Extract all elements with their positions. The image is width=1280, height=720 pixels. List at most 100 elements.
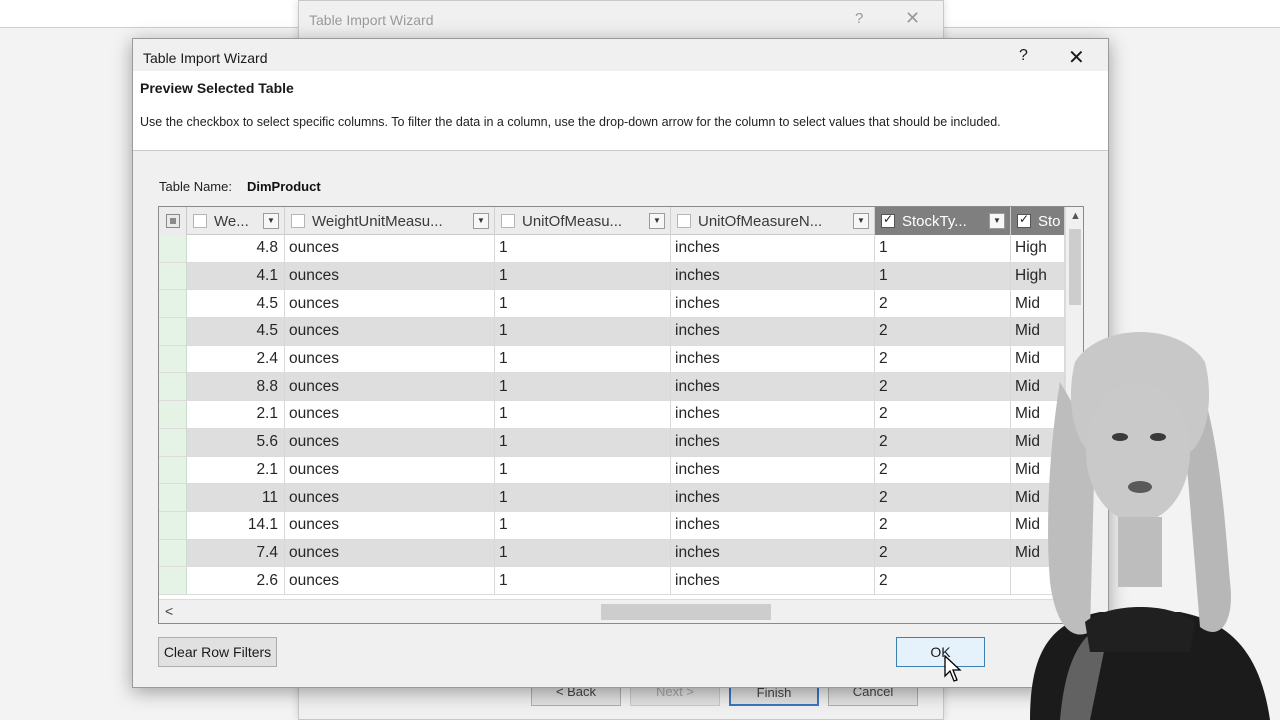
presenter-video-overlay — [1030, 332, 1270, 720]
background-close-icon[interactable]: ✕ — [905, 8, 920, 29]
ok-button[interactable]: OK — [896, 637, 985, 667]
row-header[interactable] — [159, 539, 187, 567]
row-header[interactable] — [159, 345, 187, 373]
table-cell: inches — [671, 539, 875, 567]
table-cell: 2.1 — [187, 401, 285, 428]
row-header[interactable] — [159, 373, 187, 401]
filter-dropdown-icon[interactable]: ▼ — [989, 213, 1005, 229]
table-cell: 1 — [495, 484, 671, 511]
table-cell: inches — [671, 262, 875, 290]
table-cell: 1 — [495, 456, 671, 484]
grid-header: We... ▼ WeightUnitMeasu... ▼ UnitOfMeasu… — [159, 207, 1065, 235]
row-header[interactable] — [159, 318, 187, 345]
column-checkbox[interactable] — [193, 214, 207, 228]
column-checkbox[interactable] — [501, 214, 515, 228]
table-row: 4.5 ounces 1 inches 2 Mid — [159, 318, 1065, 346]
column-header-label: UnitOfMeasu... — [522, 212, 623, 230]
table-cell: 7.4 — [187, 539, 285, 567]
table-cell: 11 — [187, 484, 285, 511]
table-cell: 1 — [495, 511, 671, 539]
preview-table-dialog: Table Import Wizard ? ✕ Preview Selected… — [132, 38, 1109, 688]
table-cell: 1 — [495, 373, 671, 401]
table-cell: 2.4 — [187, 345, 285, 373]
mouse-cursor-icon — [944, 655, 962, 682]
background-help-icon[interactable]: ? — [855, 10, 863, 27]
scroll-left-icon[interactable]: < — [165, 603, 173, 619]
column-checkbox[interactable] — [291, 214, 305, 228]
table-row: 2.1 ounces 1 inches 2 Mid — [159, 456, 1065, 485]
table-cell: 1 — [495, 262, 671, 290]
table-row: 4.1 ounces 1 inches 1 High — [159, 262, 1065, 291]
table-cell: 1 — [875, 262, 1011, 290]
table-cell: 4.5 — [187, 318, 285, 345]
table-row: 4.8 ounces 1 inches 1 High — [159, 235, 1065, 263]
column-header[interactable]: We... ▼ — [187, 207, 285, 235]
table-cell: ounces — [285, 373, 495, 401]
column-header[interactable]: WeightUnitMeasu... ▼ — [285, 207, 495, 235]
close-icon[interactable]: ✕ — [1068, 45, 1085, 70]
column-header[interactable]: UnitOfMeasureN... ▼ — [671, 207, 875, 235]
column-checkbox[interactable] — [677, 214, 691, 228]
column-checkbox-checked[interactable] — [881, 212, 895, 228]
table-cell: 1 — [495, 428, 671, 456]
filter-dropdown-icon[interactable]: ▼ — [263, 213, 279, 229]
vertical-scroll-thumb[interactable] — [1069, 229, 1081, 305]
row-header[interactable] — [159, 511, 187, 539]
table-cell: 1 — [495, 318, 671, 345]
screen: Table Import Wizard ? ✕ < Back Next > Fi… — [0, 0, 1280, 720]
table-cell: 4.5 — [187, 290, 285, 318]
table-cell: inches — [671, 484, 875, 511]
row-header[interactable] — [159, 262, 187, 290]
select-all-checkbox[interactable] — [159, 207, 187, 235]
row-header[interactable] — [159, 401, 187, 428]
horizontal-scroll-thumb[interactable] — [601, 604, 771, 620]
table-cell: 4.1 — [187, 262, 285, 290]
clear-row-filters-button[interactable]: Clear Row Filters — [158, 637, 277, 667]
column-header[interactable]: UnitOfMeasu... ▼ — [495, 207, 671, 235]
table-cell: 2.1 — [187, 456, 285, 484]
scroll-up-icon[interactable]: ▲ — [1070, 210, 1081, 222]
column-header[interactable]: Sto — [1011, 207, 1065, 235]
table-row: 14.1 ounces 1 inches 2 Mid — [159, 511, 1065, 540]
help-icon[interactable]: ? — [1019, 47, 1028, 65]
table-cell: inches — [671, 401, 875, 428]
row-header[interactable] — [159, 290, 187, 318]
instructions-text: Use the checkbox to select specific colu… — [140, 115, 1001, 129]
table-row: 7.4 ounces 1 inches 2 Mid — [159, 539, 1065, 568]
table-cell: High — [1011, 235, 1065, 262]
table-cell: 2.6 — [187, 567, 285, 594]
table-row: 8.8 ounces 1 inches 2 Mid — [159, 373, 1065, 402]
column-header-label: UnitOfMeasureN... — [698, 212, 823, 230]
table-cell: ounces — [285, 539, 495, 567]
table-cell: 2 — [875, 290, 1011, 318]
filter-dropdown-icon[interactable]: ▼ — [649, 213, 665, 229]
table-cell: inches — [671, 290, 875, 318]
row-header[interactable] — [159, 235, 187, 262]
table-cell: inches — [671, 318, 875, 345]
column-header-label: WeightUnitMeasu... — [312, 212, 443, 230]
background-wizard-title: Table Import Wizard — [309, 12, 434, 28]
table-cell: ounces — [285, 345, 495, 373]
column-checkbox-checked[interactable] — [1017, 212, 1031, 228]
table-cell: ounces — [285, 235, 495, 262]
dialog-header-band: Preview Selected Table Use the checkbox … — [133, 71, 1108, 151]
table-cell: 14.1 — [187, 511, 285, 539]
filter-dropdown-icon[interactable]: ▼ — [473, 213, 489, 229]
column-header[interactable]: StockTy... ▼ — [875, 207, 1011, 235]
column-header-label: Sto — [1038, 212, 1061, 230]
table-cell: ounces — [285, 456, 495, 484]
horizontal-scrollbar[interactable]: < — [159, 599, 1065, 623]
row-header[interactable] — [159, 484, 187, 511]
table-cell: 1 — [495, 567, 671, 594]
grid-rows: 4.8 ounces 1 inches 1 High 4.1 ounces 1 inches 1 Hi… — [159, 235, 1065, 595]
row-header[interactable] — [159, 567, 187, 594]
filter-dropdown-icon[interactable]: ▼ — [853, 213, 869, 229]
table-cell: 1 — [495, 539, 671, 567]
table-cell: inches — [671, 456, 875, 484]
dialog-title: Table Import Wizard — [143, 50, 268, 66]
row-header[interactable] — [159, 456, 187, 484]
table-row: 2.6 ounces 1 inches 2 — [159, 567, 1065, 595]
row-header[interactable] — [159, 428, 187, 456]
table-cell: ounces — [285, 401, 495, 428]
table-cell: Mid — [1011, 290, 1065, 318]
